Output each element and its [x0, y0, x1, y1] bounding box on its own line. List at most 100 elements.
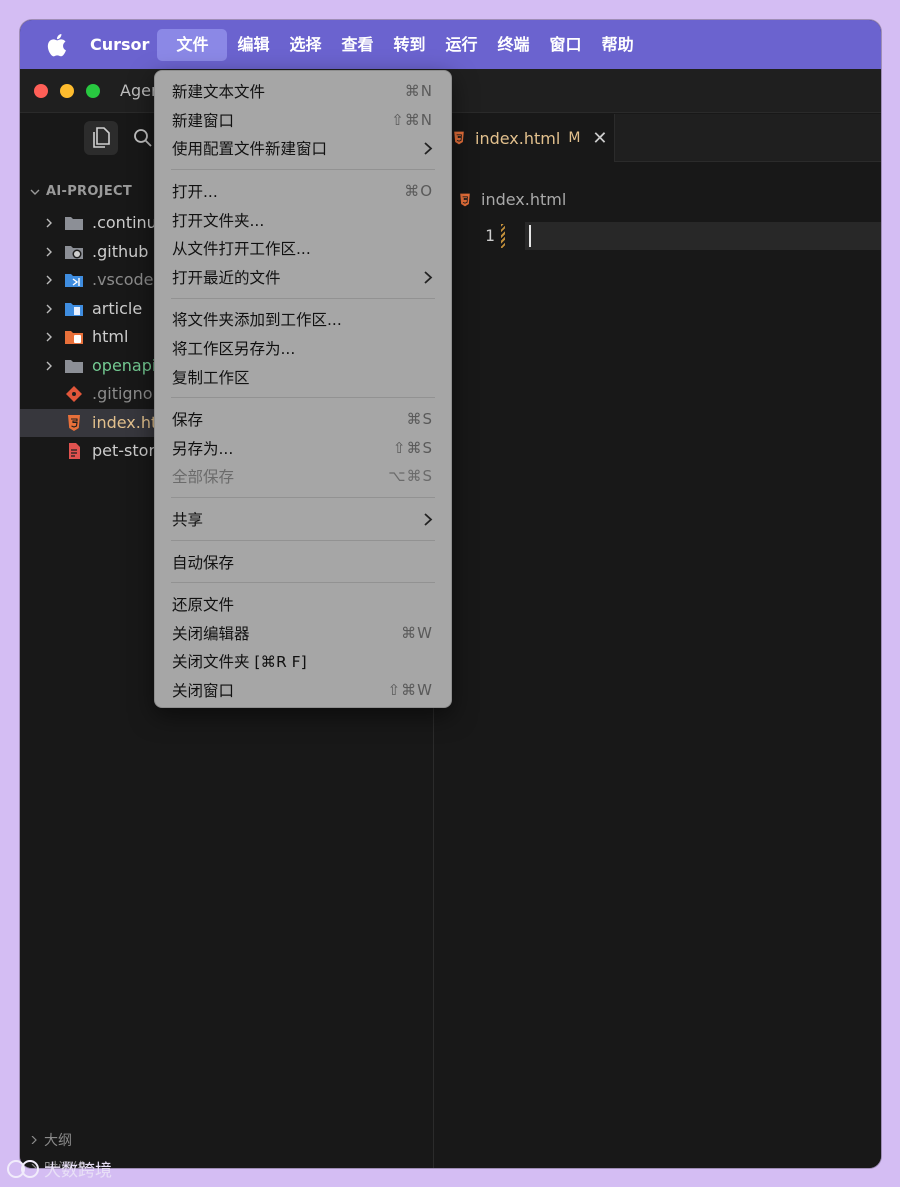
zoom-window-button[interactable] [86, 84, 100, 98]
menu-item-new-window-with-profile[interactable]: 使用配置文件新建窗口 [155, 134, 451, 163]
chevron-right-icon [46, 247, 52, 256]
menu-view[interactable]: 查看 [331, 29, 383, 61]
menu-separator [171, 397, 435, 399]
watermark-text: 大数跨境 [44, 1161, 112, 1181]
html-folder-icon [65, 331, 83, 344]
menu-item-label: 全部保存 [172, 468, 235, 487]
tab-index-html[interactable]: index.html M ✕ [435, 114, 615, 162]
tree-item-label: pet-stor [92, 441, 156, 460]
menu-item-label: 从文件打开工作区... [172, 240, 311, 259]
chevron-down-icon [30, 189, 40, 195]
chevron-right-icon [46, 218, 52, 228]
search-icon [134, 129, 152, 147]
menu-go[interactable]: 转到 [384, 29, 436, 61]
outline-panel-header[interactable]: 大纲 [30, 1130, 72, 1150]
tree-item-label: html [92, 327, 129, 346]
tree-item-label: .gitignor [92, 384, 160, 403]
menu-item-close-editor[interactable]: 关闭编辑器 ⌘W [155, 619, 451, 648]
tree-item-label: .vscode [92, 270, 154, 289]
menu-item-label: 将文件夹添加到工作区... [172, 311, 342, 330]
submenu-arrow-icon [424, 513, 433, 526]
menu-item-label: 新建文本文件 [172, 83, 266, 102]
menu-item-label: 还原文件 [172, 596, 235, 615]
menu-item-new-window[interactable]: 新建窗口 ⇧⌘N [155, 106, 451, 135]
close-window-button[interactable] [34, 84, 48, 98]
yaml-file-icon [69, 443, 80, 459]
menu-item-label: 打开... [172, 183, 218, 202]
menu-item-open-workspace[interactable]: 从文件打开工作区... [155, 234, 451, 263]
explorer-root-header[interactable]: AI-PROJECT [30, 184, 132, 199]
menu-item-new-text-file[interactable]: 新建文本文件 ⌘N [155, 77, 451, 106]
tree-item-label: index.ht [92, 412, 158, 432]
submenu-arrow-icon [424, 142, 433, 155]
text-cursor [529, 225, 531, 247]
menu-item-label: 新建窗口 [172, 111, 235, 130]
breadcrumb-file: index.html [481, 190, 567, 209]
watermark: 大数跨境 [6, 1156, 112, 1181]
menu-item-label: 关闭窗口 [172, 681, 235, 700]
menu-item-save-all: 全部保存 ⌥⌘S [155, 462, 451, 491]
menu-selection[interactable]: 选择 [279, 29, 331, 61]
file-menu-dropdown: 新建文本文件 ⌘N 新建窗口 ⇧⌘N 使用配置文件新建窗口 打开... ⌘O 打… [154, 70, 452, 708]
menu-item-label: 使用配置文件新建窗口 [172, 140, 328, 159]
breadcrumb[interactable]: index.html [457, 190, 566, 209]
menu-file[interactable]: 文件 [157, 28, 228, 61]
apple-icon[interactable] [44, 32, 68, 58]
menu-edit[interactable]: 编辑 [227, 29, 279, 61]
menu-help[interactable]: 帮助 [592, 29, 644, 61]
menu-bar: Cursor 文件 编辑 选择 查看 转到 运行 终端 窗口 帮助 [20, 20, 881, 69]
current-line-highlight [525, 222, 881, 250]
menu-item-save-workspace-as[interactable]: 将工作区另存为... [155, 334, 451, 363]
menu-item-open-folder[interactable]: 打开文件夹... [155, 205, 451, 234]
menu-item-save-as[interactable]: 另存为... ⇧⌘S [155, 434, 451, 463]
html5-icon [454, 131, 464, 145]
menu-run[interactable]: 运行 [436, 29, 488, 61]
menu-item-label: 打开最近的文件 [172, 268, 281, 287]
editor-tab-bar: index.html M ✕ [435, 114, 881, 162]
folder-icon [65, 217, 83, 230]
tree-item-label: openapi [92, 355, 157, 375]
git-icon [66, 386, 82, 402]
shortcut-label: ⇧⌘W [387, 680, 433, 699]
menu-separator [171, 169, 435, 171]
menu-item-close-window[interactable]: 关闭窗口 ⇧⌘W [155, 676, 451, 705]
github-folder-icon [65, 245, 83, 259]
menu-item-label: 关闭文件夹 [⌘R F] [172, 653, 307, 672]
menu-window[interactable]: 窗口 [540, 29, 592, 61]
tab-label: index.html [475, 128, 561, 148]
docs-folder-icon [65, 302, 83, 316]
shortcut-label: ⇧⌘N [391, 110, 433, 129]
shortcut-label: ⌘O [404, 182, 433, 201]
tree-item-label: .continu [92, 213, 157, 232]
menu-separator [171, 497, 435, 499]
html5-icon [460, 193, 470, 206]
menu-item-open[interactable]: 打开... ⌘O [155, 177, 451, 206]
menu-item-label: 关闭编辑器 [172, 624, 250, 643]
explorer-root-label: AI-PROJECT [46, 184, 133, 199]
menu-item-close-folder[interactable]: 关闭文件夹 [⌘R F] [155, 647, 451, 676]
menu-item-auto-save[interactable]: 自动保存 [155, 547, 451, 576]
line-number: 1 [485, 226, 495, 245]
menu-item-label: 保存 [172, 411, 204, 430]
menu-item-add-folder-to-workspace[interactable]: 将文件夹添加到工作区... [155, 305, 451, 334]
app-name-menu[interactable]: Cursor [90, 35, 149, 54]
menu-item-label: 共享 [172, 511, 204, 530]
menu-item-open-recent[interactable]: 打开最近的文件 [155, 263, 451, 292]
menu-item-label: 自动保存 [172, 553, 235, 572]
menu-terminal[interactable]: 终端 [488, 29, 540, 61]
explorer-view-button[interactable] [84, 121, 118, 155]
minimize-window-button[interactable] [60, 84, 74, 98]
menu-item-revert-file[interactable]: 还原文件 [155, 590, 451, 619]
close-tab-icon[interactable]: ✕ [592, 128, 607, 149]
outline-label: 大纲 [44, 1133, 72, 1149]
menu-item-save[interactable]: 保存 ⌘S [155, 405, 451, 434]
shortcut-label: ⌘W [401, 623, 433, 642]
menu-item-label: 复制工作区 [172, 368, 250, 387]
chevron-right-icon [46, 304, 52, 313]
menu-item-duplicate-workspace[interactable]: 复制工作区 [155, 362, 451, 391]
code-line[interactable]: 1 [435, 222, 881, 250]
git-change-marker [501, 224, 505, 248]
shortcut-label: ⌘N [404, 82, 433, 101]
menu-item-share[interactable]: 共享 [155, 505, 451, 534]
shortcut-label: ⌘S [406, 410, 433, 429]
